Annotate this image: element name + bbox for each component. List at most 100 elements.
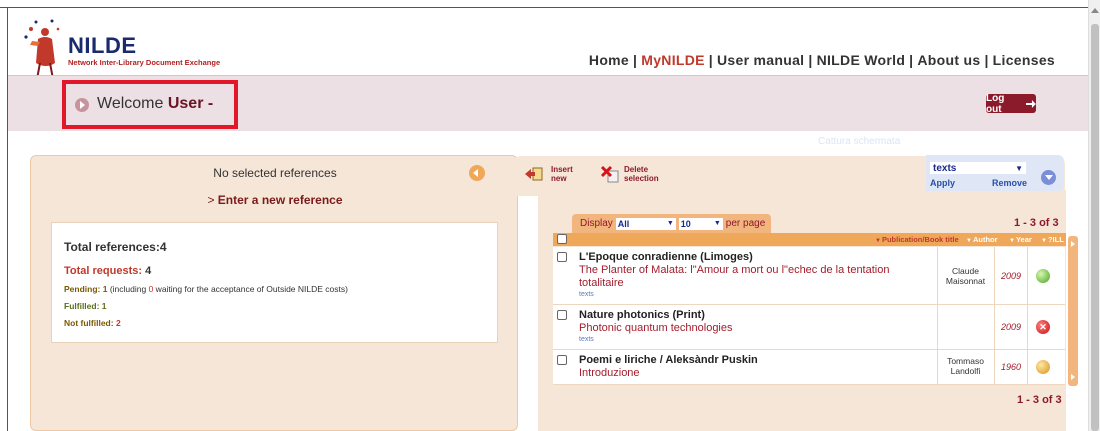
scrollbar-thumb[interactable] [1091, 24, 1099, 431]
window-frame-top [0, 0, 1100, 8]
column-divider [937, 305, 938, 350]
delete-selection-icon[interactable] [600, 165, 620, 183]
column-divider [1027, 247, 1028, 305]
total-requests-value: 4 [145, 265, 152, 277]
display-controls: Display All ▼ 10 ▼ per page [572, 214, 771, 233]
nav-user-manual[interactable]: User manual [717, 52, 804, 68]
row-title[interactable]: Nature photonics (Print) [579, 309, 705, 321]
filter-select[interactable]: texts ▼ [930, 162, 1026, 174]
row-title[interactable]: L'Epoque conradienne (Limoges) [579, 251, 753, 263]
table-row[interactable]: Nature photonics (Print) Photonic quantu… [553, 305, 1065, 350]
column-divider [937, 350, 938, 385]
row-subtitle[interactable]: Photonic quantum technologies [579, 322, 929, 335]
nav-nilde-world[interactable]: NILDE World [817, 52, 906, 68]
delete-label-line1: Delete [624, 165, 649, 174]
fulfilled-requests: Fulfilled: 1 [64, 301, 107, 311]
status-pending-icon[interactable] [1036, 360, 1050, 374]
per-page-label: per page [725, 218, 766, 229]
top-navigation: Home | MyNILDE | User manual | NILDE World | Abo… [589, 52, 1055, 68]
total-references-value: 4 [159, 240, 167, 254]
insert-new-button[interactable]: Insert new [551, 165, 573, 183]
table-row[interactable]: Poemi e liriche / Aleksàndr Puskin Intro… [553, 350, 1065, 385]
row-tag[interactable]: texts [579, 336, 594, 343]
chevron-down-icon: ▼ [1015, 163, 1023, 173]
no-selection-text: No selected references [213, 166, 337, 180]
sort-down-icon: ▼ [1009, 238, 1015, 244]
nav-mynilde[interactable]: MyNILDE [641, 52, 705, 68]
row-subtitle[interactable]: The Planter of Malata: l"Amour a mort ou… [579, 264, 929, 290]
row-subtitle[interactable]: Introduzione [579, 367, 929, 380]
column-divider [1027, 305, 1028, 350]
total-references: Total references:4 [64, 240, 167, 254]
select-all-checkbox[interactable] [557, 234, 567, 244]
per-page-select[interactable]: 10 ▼ [678, 217, 723, 230]
row-checkbox[interactable] [557, 252, 567, 262]
list-scrollbar[interactable] [1068, 236, 1078, 386]
nav-separator: | [984, 52, 989, 68]
logo-subtitle: Network Inter-Library Document Exchange [68, 58, 221, 67]
row-author: Tommaso Landolfi [947, 356, 984, 376]
enter-link-text[interactable]: Enter a new reference [218, 193, 343, 207]
column-divider [1027, 350, 1028, 385]
row-checkbox[interactable] [557, 310, 567, 320]
highlight-box [62, 80, 238, 129]
enter-prefix: > [207, 193, 218, 207]
site-header: NILDE Network Inter-Library Document Exc… [8, 9, 1088, 80]
sort-down-icon: ▼ [966, 238, 972, 244]
total-requests: Total requests: 4 [64, 265, 151, 277]
display-select-value: All [617, 218, 630, 229]
logout-label: Log out [986, 92, 1005, 115]
insert-label-line1: Insert [551, 165, 573, 174]
table-row[interactable]: L'Epoque conradienne (Limoges) The Plant… [553, 247, 1065, 305]
sort-publication[interactable]: ▼Publication/Book title [875, 235, 959, 244]
delete-label-line2: selection [624, 174, 659, 183]
pending-note-post: waiting for the acceptance of Outside NI… [153, 284, 348, 294]
row-tag[interactable]: texts [579, 291, 594, 298]
logout-button[interactable]: Log out [986, 92, 1036, 115]
delete-selection-button[interactable]: Delete selection [624, 165, 659, 183]
sort-year[interactable]: ▼Year [1009, 235, 1032, 244]
chevron-down-icon: ▼ [666, 220, 674, 227]
remove-filter-link[interactable]: Remove [992, 178, 1027, 188]
sort-ill[interactable]: ▼?ILL [1041, 235, 1064, 244]
insert-label-line2: new [551, 174, 567, 183]
sort-down-icon: ▼ [875, 238, 881, 244]
enter-reference-link[interactable]: > Enter a new reference [30, 193, 520, 207]
fulfilled-label: Fulfilled: [64, 301, 102, 311]
row-year: 2009 [1000, 322, 1022, 332]
nav-about-us[interactable]: About us [917, 52, 980, 68]
display-select[interactable]: All ▼ [615, 217, 676, 230]
nav-separator: | [909, 52, 914, 68]
filter-select-value: texts [933, 162, 957, 174]
collapse-panel-button[interactable] [469, 165, 485, 181]
pending-label: Pending: [64, 284, 103, 294]
pager-bottom: 1 - 3 of 3 [1017, 394, 1062, 406]
per-page-value: 10 [680, 218, 691, 229]
status-not-fulfilled-icon[interactable]: ✕ [1036, 320, 1050, 334]
scroll-up-icon[interactable] [1091, 8, 1099, 13]
nav-home[interactable]: Home [589, 52, 629, 68]
pager-top: 1 - 3 of 3 [1014, 217, 1059, 229]
column-divider [994, 350, 995, 385]
pending-note-pre: (including [107, 284, 149, 294]
not-fulfilled-value: 2 [115, 318, 121, 328]
status-fulfilled-icon[interactable] [1036, 269, 1050, 283]
filter-expand-button[interactable] [1041, 170, 1056, 185]
sort-author[interactable]: ▼Author [966, 235, 998, 244]
logo-title[interactable]: NILDE [68, 33, 137, 59]
references-table: L'Epoque conradienne (Limoges) The Plant… [553, 247, 1065, 385]
apply-filter-link[interactable]: Apply [930, 178, 955, 188]
total-requests-label: Total requests: [64, 265, 146, 277]
row-title[interactable]: Poemi e liriche / Aleksàndr Puskin [579, 354, 758, 366]
column-year: Year [1015, 235, 1032, 244]
not-fulfilled-label: Not fulfilled: [64, 318, 116, 328]
nav-licenses[interactable]: Licenses [993, 52, 1055, 68]
column-ill: ?ILL [1047, 235, 1064, 244]
insert-new-icon[interactable] [525, 167, 543, 181]
row-year: 1960 [1000, 362, 1022, 372]
page-scrollbar[interactable] [1088, 0, 1100, 431]
nav-separator: | [633, 52, 638, 68]
row-checkbox[interactable] [557, 355, 567, 365]
nav-separator: | [808, 52, 813, 68]
chevron-down-icon: ▼ [713, 220, 721, 227]
